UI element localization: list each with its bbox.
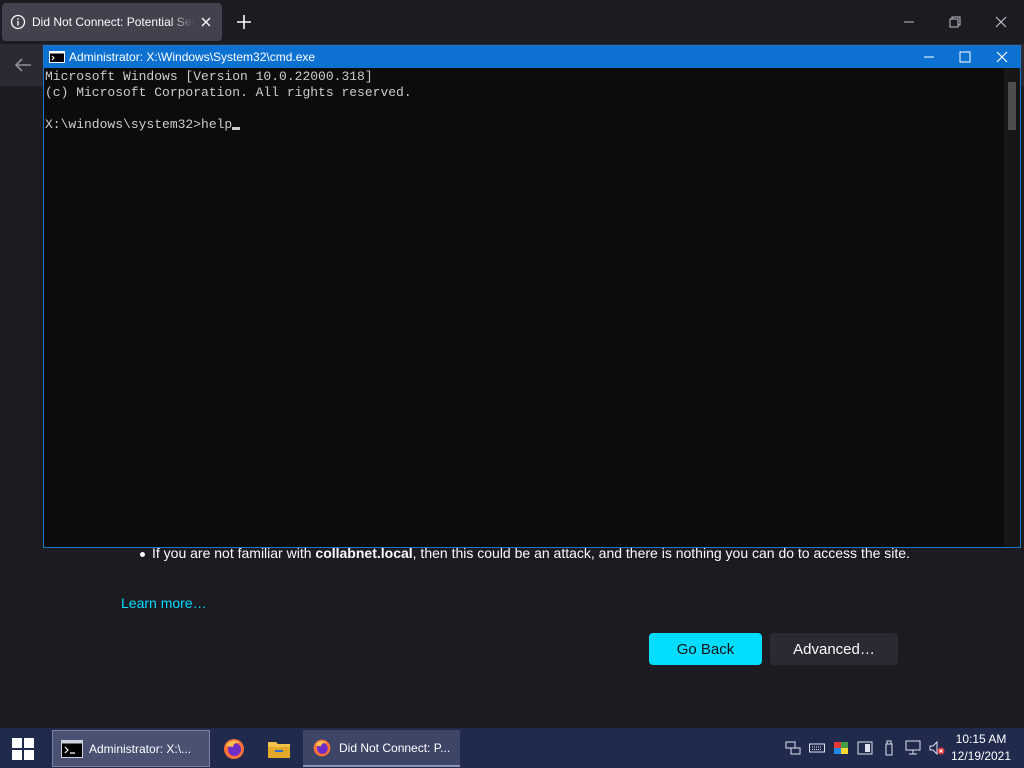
keyboard-icon[interactable] <box>809 740 825 756</box>
learn-more-link[interactable]: Learn more… <box>121 595 207 611</box>
clock-time: 10:15 AM <box>955 732 1007 746</box>
cmd-scrollbar[interactable] <box>1004 68 1020 547</box>
usb-drive-icon[interactable] <box>881 740 897 756</box>
window-icon[interactable] <box>857 740 873 756</box>
windows-start-icon[interactable] <box>12 738 34 760</box>
taskbar-cmd[interactable]: Administrator: X:\... <box>52 730 210 767</box>
firefox-icon <box>224 738 244 759</box>
taskbar-firefox-pinned[interactable] <box>221 730 247 767</box>
restore-browser-icon[interactable] <box>947 14 963 30</box>
minimize-icon[interactable] <box>921 49 937 65</box>
info-icon <box>10 14 26 30</box>
console-line-copyright: (c) Microsoft Corporation. All rights re… <box>45 85 412 100</box>
firefox-icon <box>313 739 331 756</box>
cmd-app-icon <box>61 739 83 758</box>
folder-icon <box>268 741 290 758</box>
maximize-icon[interactable] <box>957 49 973 65</box>
minimize-browser-icon[interactable] <box>901 14 917 30</box>
scrollbar-thumb[interactable] <box>1008 82 1016 130</box>
new-tab-icon[interactable] <box>236 14 252 30</box>
taskbar-firefox-label: Did Not Connect: P... <box>339 740 451 755</box>
taskbar-cmd-label: Administrator: X:\... <box>89 741 192 756</box>
cmd-title: Administrator: X:\Windows\System32\cmd.e… <box>69 50 316 64</box>
bullet-dot <box>140 552 145 557</box>
console-line-version: Microsoft Windows [Version 10.0.22000.31… <box>45 69 373 84</box>
network-status-icon[interactable] <box>905 740 921 756</box>
go-back-button[interactable]: Go Back <box>649 633 762 665</box>
cmd-title-bar[interactable]: Administrator: X:\Windows\System32\cmd.e… <box>44 46 1020 68</box>
close-browser-icon[interactable] <box>993 14 1009 30</box>
console-cursor <box>232 127 241 130</box>
close-tab-icon[interactable] <box>198 14 214 30</box>
color-display-icon[interactable] <box>833 740 849 756</box>
taskbar-file-explorer[interactable] <box>264 730 294 767</box>
volume-muted-icon[interactable] <box>929 740 945 756</box>
taskbar-firefox[interactable]: Did Not Connect: P... <box>303 730 460 767</box>
cmd-icon <box>49 51 65 63</box>
tab-title: Did Not Connect: Potential Security Issu… <box>32 15 194 29</box>
back-arrow-icon[interactable] <box>14 57 32 73</box>
cmd-window[interactable]: Administrator: X:\Windows\System32\cmd.e… <box>43 45 1021 548</box>
system-clock[interactable]: 10:15 AM 12/19/2021 <box>948 731 1014 765</box>
browser-tab[interactable]: Did Not Connect: Potential Security Issu… <box>2 3 222 41</box>
close-icon[interactable] <box>994 49 1010 65</box>
network-icon[interactable] <box>785 740 801 756</box>
console-output[interactable]: Microsoft Windows [Version 10.0.22000.31… <box>44 68 1004 547</box>
advanced-button[interactable]: Advanced… <box>770 633 898 665</box>
clock-date: 12/19/2021 <box>950 749 1012 763</box>
console-input[interactable]: help <box>201 117 232 132</box>
console-prompt: X:\windows\system32> <box>45 117 202 132</box>
